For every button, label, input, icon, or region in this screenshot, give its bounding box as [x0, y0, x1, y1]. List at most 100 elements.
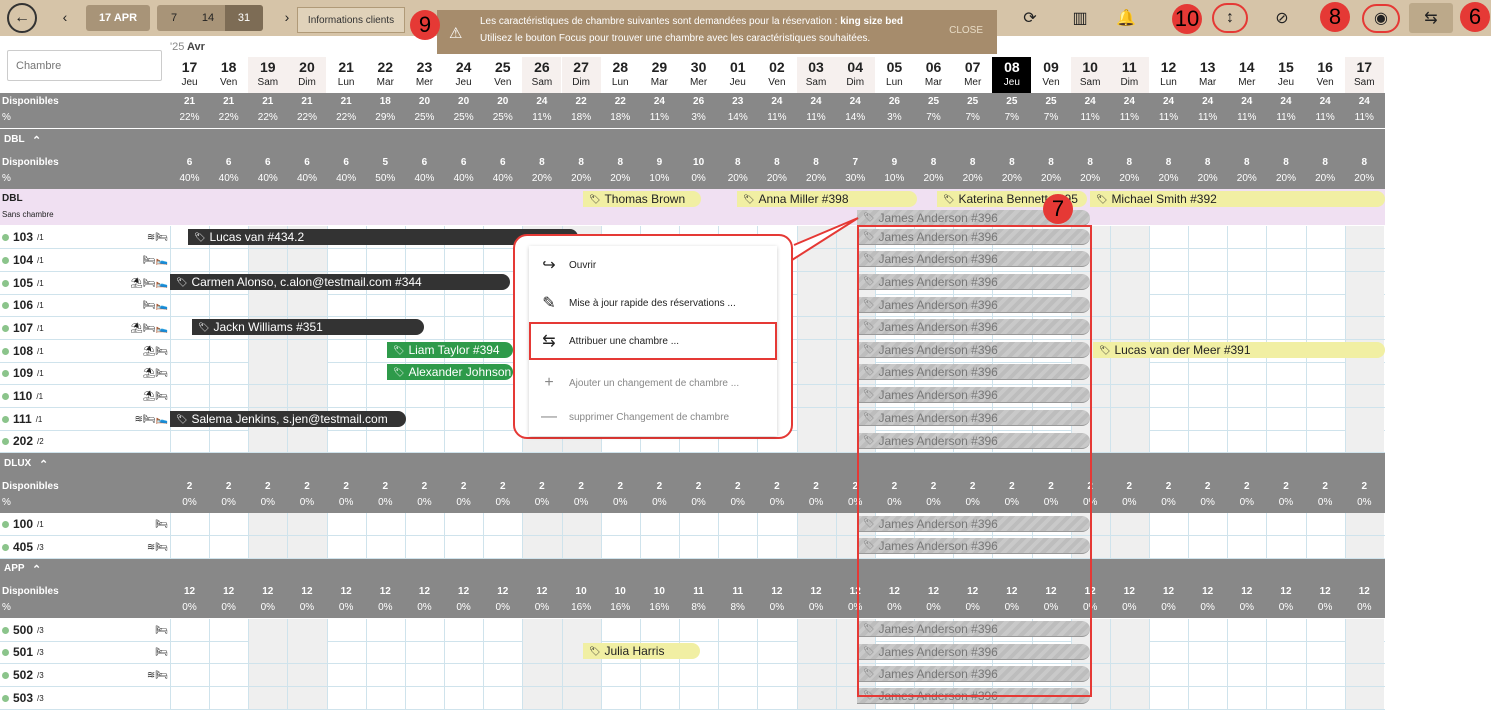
booking-jackn-williams[interactable]: 🏷 Jackn Williams #351	[192, 319, 424, 335]
day-header-7[interactable]: 24 Jeu	[444, 57, 483, 93]
filter-off-icon[interactable]: ⊘	[1270, 6, 1294, 30]
booking-michael-smith[interactable]: 🏷 Michael Smith #392	[1090, 191, 1385, 207]
day-header-20[interactable]: 07 Mer	[953, 57, 992, 93]
day-header-26[interactable]: 13 Mar	[1188, 57, 1227, 93]
day-header-21[interactable]: 08 Jeu	[992, 57, 1032, 93]
room-label[interactable]: 110/1	[2, 385, 43, 407]
day-header-1[interactable]: 18 Ven	[209, 57, 248, 93]
group-app-group-title[interactable]: APP	[4, 563, 25, 574]
day-header-24[interactable]: 11 Dim	[1109, 57, 1149, 93]
room-row[interactable]: 502/3 ≋🛏	[0, 664, 1385, 687]
room-label[interactable]: 202/2	[2, 430, 44, 452]
day-header-14[interactable]: 01 Jeu	[718, 57, 757, 93]
day-header-28[interactable]: 15 Jeu	[1266, 57, 1305, 93]
room-row[interactable]: 405/3 ≋🛏	[0, 536, 1385, 559]
room-label[interactable]: 109/1	[2, 362, 44, 384]
day-header-6[interactable]: 23 Mer	[405, 57, 444, 93]
day-header-2[interactable]: 19 Sam	[248, 57, 288, 93]
day-header-13[interactable]: 30 Mer	[679, 57, 718, 93]
room-label[interactable]: 503/3	[2, 687, 44, 709]
next-period-button[interactable]: ›	[278, 8, 296, 26]
booking-liam-taylor[interactable]: 🏷 Liam Taylor #394	[387, 342, 513, 358]
refresh-icon[interactable]: ⟳	[1018, 6, 1042, 30]
room-row[interactable]: 100/1 🛏	[0, 513, 1385, 536]
columns-icon[interactable]: ▥	[1068, 6, 1092, 30]
room-label[interactable]: 405/3	[2, 536, 44, 558]
menu-item-3[interactable]: + Ajouter un changement de chambre ...	[529, 360, 777, 398]
close-alert-button[interactable]: CLOSE	[949, 25, 983, 36]
day-header-23[interactable]: 10 Sam	[1070, 57, 1110, 93]
room-label[interactable]: 111/1	[2, 408, 42, 430]
day-header-19[interactable]: 06 Mar	[914, 57, 953, 93]
day-header-22[interactable]: 09 Ven	[1032, 57, 1071, 93]
bell-plus-icon[interactable]: 🔔	[1114, 6, 1138, 30]
tag-icon: 🏷	[589, 645, 601, 656]
room-row[interactable]: 503/3	[0, 687, 1385, 710]
room-label[interactable]: 500/3	[2, 619, 44, 641]
assign-room-icon[interactable]: ⇆	[1409, 3, 1453, 33]
day-header-18[interactable]: 05 Lun	[875, 57, 914, 93]
room-label[interactable]: 107/1	[2, 317, 44, 339]
day-header-4[interactable]: 21 Lun	[327, 57, 366, 93]
day-header-29[interactable]: 16 Ven	[1306, 57, 1345, 93]
room-label[interactable]: 100/1	[2, 513, 44, 535]
range-14-button[interactable]: 14	[191, 5, 225, 31]
group-dlux-group-title[interactable]: DLUX	[4, 458, 31, 469]
day-header-27[interactable]: 14 Mer	[1227, 57, 1266, 93]
day-header-10[interactable]: 27 Dim	[561, 57, 601, 93]
weekend-cell	[1344, 687, 1384, 709]
menu-item-2[interactable]: ⇆ Attribuer une chambre ...	[529, 322, 777, 360]
booking-carmen-alonso[interactable]: 🏷 Carmen Alonso, c.alon@testmail.com #344	[170, 274, 510, 290]
cell-divider	[679, 664, 681, 686]
group-dbl-available-percent: 40%	[492, 173, 513, 184]
vertical-resize-icon[interactable]: ↕	[1218, 6, 1242, 30]
day-header-16[interactable]: 03 Sam	[796, 57, 836, 93]
room-search-input[interactable]	[7, 50, 162, 81]
group-dlux-collapse-icon[interactable]: ⌃	[39, 458, 48, 471]
day-number: 09	[1043, 59, 1059, 75]
booking-alexander-johnson[interactable]: 🏷 Alexander Johnson	[387, 364, 513, 380]
day-header-17[interactable]: 04 Dim	[835, 57, 875, 93]
room-label[interactable]: 104/1	[2, 249, 44, 271]
cell-divider	[1188, 513, 1190, 535]
date-picker-button[interactable]: 17 APR	[86, 5, 150, 31]
day-header-3[interactable]: 20 Dim	[287, 57, 327, 93]
day-header-5[interactable]: 22 Mar	[366, 57, 405, 93]
day-header-15[interactable]: 02 Ven	[757, 57, 796, 93]
booking-lucas-van-der-meer[interactable]: 🏷 Lucas van der Meer #391	[1093, 342, 1385, 358]
group-dbl-available-percent: 40%	[414, 173, 435, 184]
range-7-button[interactable]: 7	[157, 5, 191, 31]
booking-salema-jenkins[interactable]: 🏷 Salema Jenkins, s.jen@testmail.com	[170, 411, 406, 427]
menu-item-4[interactable]: — supprimer Changement de chambre	[529, 398, 777, 436]
group-dbl-group-title[interactable]: DBL	[4, 134, 25, 145]
day-header-30[interactable]: 17 Sam	[1344, 57, 1384, 93]
group-app-available-count: 12	[771, 586, 783, 597]
room-label[interactable]: 502/3	[2, 664, 44, 686]
day-header-12[interactable]: 29 Mar	[640, 57, 679, 93]
day-header-25[interactable]: 12 Lun	[1149, 57, 1188, 93]
focus-column-highlight	[857, 225, 1092, 697]
day-header-11[interactable]: 28 Lun	[601, 57, 640, 93]
previous-period-button[interactable]: ‹	[56, 8, 74, 26]
room-row[interactable]: 500/3 🛏	[0, 619, 1385, 642]
group-dbl-collapse-icon[interactable]: ⌃	[32, 134, 41, 147]
booking-julia-harris[interactable]: 🏷 Julia Harris	[583, 643, 700, 659]
menu-item-1[interactable]: ✎ Mise à jour rapide des réservations ...	[529, 284, 777, 322]
menu-item-0[interactable]: ↪ Ouvrir	[529, 246, 777, 284]
booking-anna-miller[interactable]: 🏷 Anna Miller #398	[737, 191, 917, 207]
group-app-available-count: 10	[575, 586, 587, 597]
room-label[interactable]: 106/1	[2, 294, 44, 316]
range-31-button[interactable]: 31	[225, 5, 263, 31]
day-header-0[interactable]: 17 Jeu	[170, 57, 209, 93]
guest-info-button[interactable]: Informations clients	[297, 7, 405, 33]
room-label[interactable]: 501/3	[2, 641, 44, 663]
back-button[interactable]: ←	[7, 3, 37, 33]
room-label[interactable]: 105/1	[2, 272, 44, 294]
room-label[interactable]: 108/1	[2, 340, 44, 362]
group-app-collapse-icon[interactable]: ⌃	[32, 563, 41, 576]
day-header-9[interactable]: 26 Sam	[522, 57, 562, 93]
booking-thomas-brown[interactable]: 🏷 Thomas Brown	[583, 191, 701, 207]
focus-icon[interactable]: ◉	[1369, 6, 1393, 30]
room-label[interactable]: 103/1	[2, 226, 44, 248]
day-header-8[interactable]: 25 Ven	[483, 57, 522, 93]
